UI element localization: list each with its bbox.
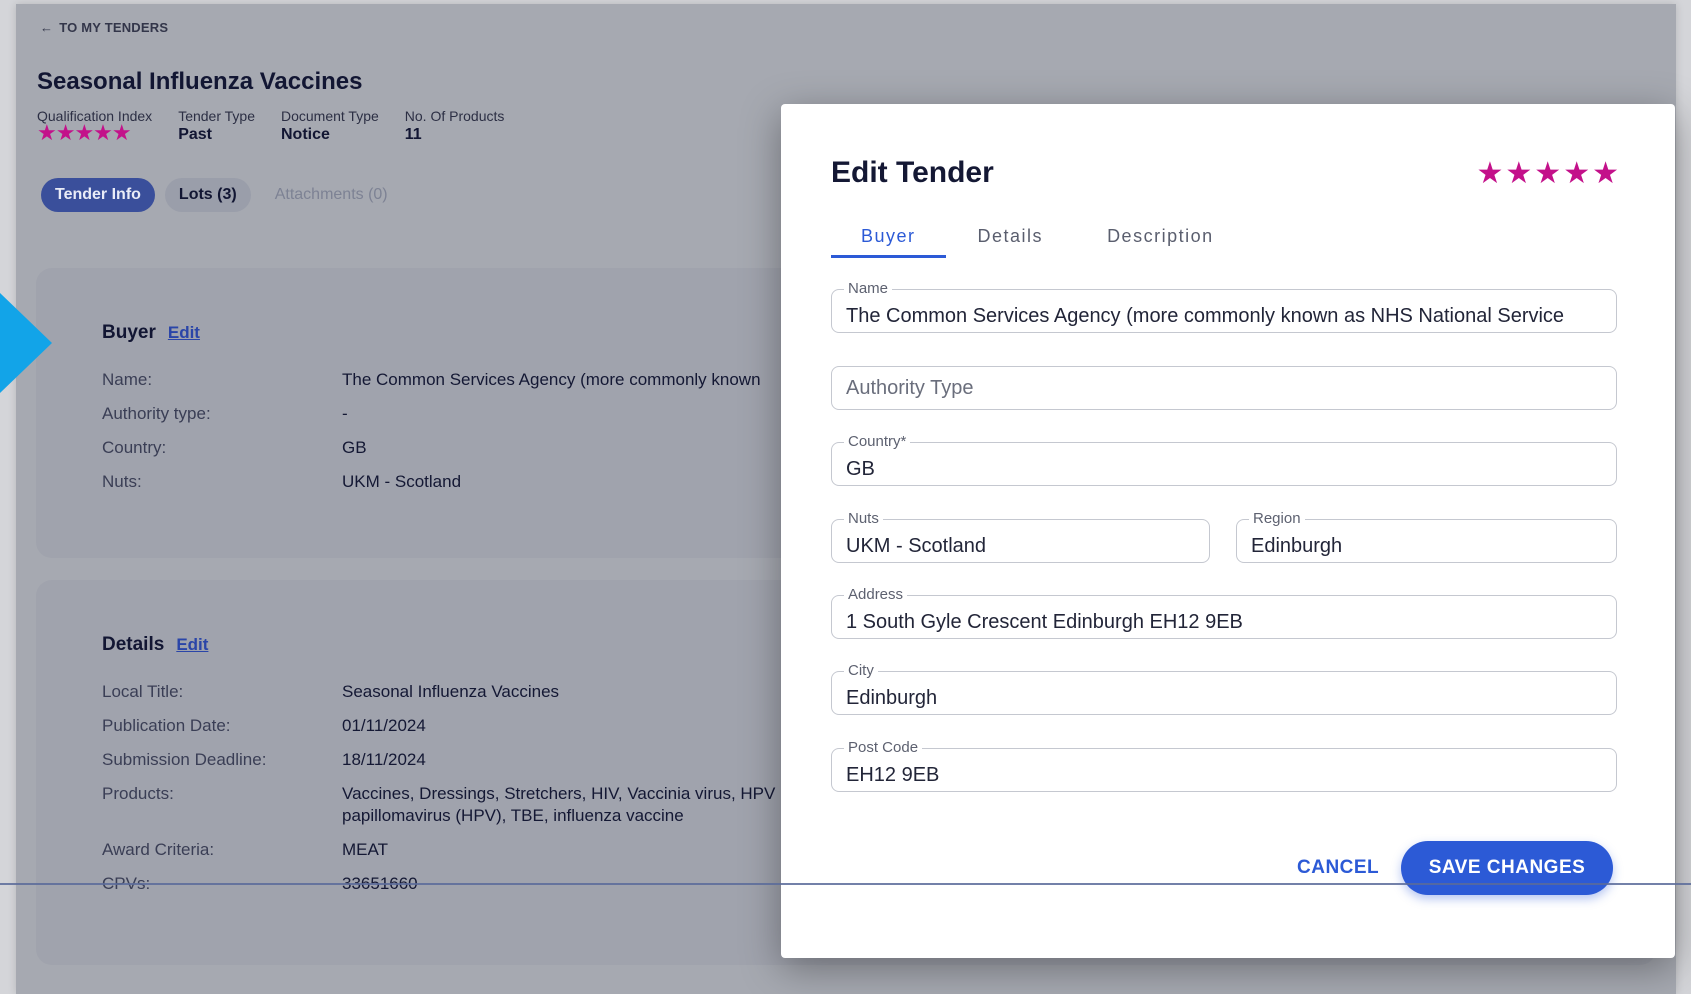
modal-tabs: Buyer Details Description bbox=[831, 220, 1246, 258]
field-label: Name bbox=[844, 280, 893, 297]
meta-tender-type: Tender Type Past bbox=[178, 108, 255, 144]
field-label: Nuts bbox=[844, 510, 883, 527]
details-row-publication: Publication Date: 01/11/2024 bbox=[102, 716, 426, 736]
tab-lots[interactable]: Lots (3) bbox=[164, 178, 251, 212]
row-value: papillomavirus (HPV), TBE, influenza vac… bbox=[342, 806, 684, 825]
row-value: - bbox=[342, 404, 348, 423]
name-field[interactable]: Name bbox=[831, 280, 1617, 333]
nuts-field[interactable]: Nuts bbox=[831, 510, 1210, 563]
row-value: The Common Services Agency (more commonl… bbox=[342, 370, 761, 389]
meta-label: Tender Type bbox=[178, 108, 255, 124]
back-link[interactable]: ← TO MY TENDERS bbox=[40, 20, 168, 35]
page-title: Seasonal Influenza Vaccines bbox=[37, 68, 363, 95]
row-value: UKM - Scotland bbox=[342, 472, 462, 491]
divider-line bbox=[0, 883, 1691, 885]
buyer-row-country: Country: GB bbox=[102, 438, 367, 458]
modal-title: Edit Tender bbox=[831, 156, 994, 189]
pointer-arrow-icon bbox=[0, 293, 52, 393]
region-field[interactable]: Region bbox=[1236, 510, 1617, 563]
name-input[interactable] bbox=[846, 305, 1602, 328]
meta-qualification: Qualification Index ★★★★★ bbox=[37, 108, 152, 144]
edit-tender-modal: Edit Tender ★★★★★ Buyer Details Descript… bbox=[781, 104, 1675, 958]
region-input[interactable] bbox=[1251, 535, 1602, 558]
row-key: Nuts: bbox=[102, 472, 142, 491]
details-row-products: Products: Vaccines, Dressings, Stretchers… bbox=[102, 784, 775, 804]
tab-description[interactable]: Description bbox=[1075, 220, 1246, 258]
row-key: Products: bbox=[102, 784, 174, 803]
details-row-title: Local Title: Seasonal Influenza Vaccines bbox=[102, 682, 559, 702]
arrow-left-icon: ← bbox=[40, 20, 54, 35]
meta-value: 11 bbox=[404, 126, 422, 143]
tab-tender-info[interactable]: Tender Info bbox=[41, 178, 155, 212]
details-heading: Details Edit bbox=[102, 634, 208, 656]
tender-meta: Qualification Index ★★★★★ Tender Type Pa… bbox=[37, 108, 504, 144]
section-title: Buyer bbox=[102, 322, 156, 343]
page-tabs: Tender Info Lots (3) Attachments (0) bbox=[41, 178, 402, 212]
details-row-products-cont: papillomavirus (HPV), TBE, influenza vac… bbox=[102, 806, 684, 826]
tab-attachments[interactable]: Attachments (0) bbox=[261, 178, 402, 212]
field-label: Country* bbox=[844, 433, 911, 450]
authority-type-field[interactable] bbox=[831, 366, 1617, 410]
row-key: Authority type: bbox=[102, 404, 211, 423]
row-value: 01/11/2024 bbox=[342, 716, 426, 735]
row-key: Submission Deadline: bbox=[102, 750, 267, 769]
field-label: Post Code bbox=[844, 739, 923, 756]
meta-document-type: Document Type Notice bbox=[281, 108, 379, 144]
row-key: Publication Date: bbox=[102, 716, 231, 735]
row-key: Award Criteria: bbox=[102, 840, 215, 859]
cancel-button[interactable]: CANCEL bbox=[1291, 856, 1385, 880]
row-key: Name: bbox=[102, 370, 153, 389]
meta-value: Past bbox=[178, 126, 212, 143]
field-label: City bbox=[844, 662, 878, 679]
meta-label: No. Of Products bbox=[404, 108, 505, 124]
back-link-label: TO MY TENDERS bbox=[59, 20, 169, 35]
buyer-row-nuts: Nuts: UKM - Scotland bbox=[102, 472, 461, 492]
row-value: Seasonal Influenza Vaccines bbox=[342, 682, 560, 701]
buyer-row-name: Name: The Common Services Agency (more co… bbox=[102, 370, 761, 390]
buyer-heading: Buyer Edit bbox=[102, 322, 200, 344]
row-value: MEAT bbox=[342, 840, 388, 859]
meta-products: No. Of Products 11 bbox=[405, 108, 505, 144]
post-code-field[interactable]: Post Code bbox=[831, 739, 1617, 792]
post-code-input[interactable] bbox=[846, 764, 1602, 787]
field-label: Region bbox=[1249, 510, 1305, 527]
city-field[interactable]: City bbox=[831, 662, 1617, 715]
details-row-deadline: Submission Deadline: 18/11/2024 bbox=[102, 750, 426, 770]
tab-buyer[interactable]: Buyer bbox=[831, 220, 946, 258]
address-field[interactable]: Address bbox=[831, 586, 1617, 639]
row-value: GB bbox=[342, 438, 367, 457]
row-key: Country: bbox=[102, 438, 167, 457]
buyer-edit-link[interactable]: Edit bbox=[168, 323, 200, 343]
section-title: Details bbox=[102, 634, 165, 655]
nuts-input[interactable] bbox=[846, 535, 1195, 558]
row-value: Vaccines, Dressings, Stretchers, HIV, Va… bbox=[342, 784, 776, 803]
meta-label: Document Type bbox=[280, 108, 379, 124]
buyer-row-authority: Authority type: - bbox=[102, 404, 348, 424]
address-input[interactable] bbox=[846, 611, 1602, 634]
meta-value: Notice bbox=[280, 126, 330, 143]
star-rating-icon: ★★★★★ bbox=[37, 120, 132, 145]
details-row-award: Award Criteria: MEAT bbox=[102, 840, 388, 860]
details-edit-link[interactable]: Edit bbox=[176, 635, 208, 655]
row-key: Local Title: bbox=[102, 682, 184, 701]
tab-details[interactable]: Details bbox=[946, 220, 1076, 258]
star-rating-icon: ★★★★★ bbox=[1476, 157, 1621, 190]
save-changes-button[interactable]: SAVE CHANGES bbox=[1401, 841, 1613, 895]
authority-type-input[interactable] bbox=[846, 377, 1602, 400]
row-value: 18/11/2024 bbox=[342, 750, 426, 769]
country-field[interactable]: Country* bbox=[831, 433, 1617, 486]
city-input[interactable] bbox=[846, 687, 1602, 710]
country-input[interactable] bbox=[846, 458, 1602, 481]
field-label: Address bbox=[844, 586, 908, 603]
